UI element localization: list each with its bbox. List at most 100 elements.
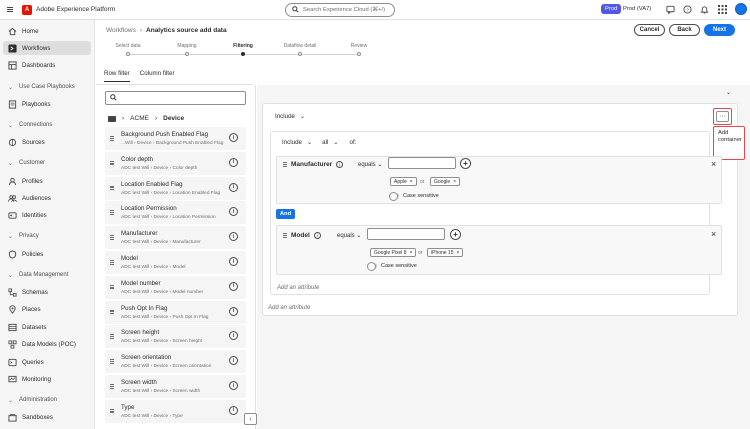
attribute-list-item[interactable]: Color depth ADC test Will › Device › Colo… xyxy=(105,151,246,175)
or-label: or xyxy=(420,179,425,185)
outer-include-dropdown[interactable]: Include ⌄ xyxy=(275,113,305,120)
breadcrumb-workflows[interactable]: Workflows xyxy=(106,27,136,34)
svg-text:?: ? xyxy=(686,7,689,13)
nav-item-monitoring[interactable]: Monitoring xyxy=(3,372,91,386)
attribute-list-item[interactable]: Screen height ADC test Will › Device › Sc… xyxy=(105,325,246,349)
info-icon[interactable]: i xyxy=(229,133,238,142)
menu-icon[interactable] xyxy=(7,6,13,13)
add-attribute-outer[interactable]: Add an attribute xyxy=(268,305,310,311)
folder-icon[interactable] xyxy=(108,115,116,122)
next-button[interactable]: Next xyxy=(704,24,735,36)
nav-item-datasets[interactable]: Datasets xyxy=(3,320,91,334)
info-icon[interactable]: i xyxy=(229,356,238,366)
attribute-list-item[interactable]: Model number ADC test Will › Device › Mod… xyxy=(105,275,246,299)
info-icon[interactable]: i xyxy=(229,157,238,167)
nav-section-use-case-playbooks[interactable]: ⌄ Use Case Playbooks xyxy=(3,81,91,93)
more-actions-button[interactable]: ··· xyxy=(716,111,729,122)
operator-dropdown[interactable]: equals ⌄ xyxy=(358,161,382,168)
nav-item-identities[interactable]: Identities xyxy=(3,208,91,222)
nav-item-home[interactable]: Home xyxy=(3,24,91,38)
back-button[interactable]: Back xyxy=(669,24,700,36)
attribute-list-item[interactable]: Manufacturer ADC test Will › Device › Man… xyxy=(105,226,246,250)
nav-item-sources[interactable]: Sources xyxy=(3,135,91,149)
info-icon[interactable]: i xyxy=(229,381,238,390)
nav-item-dashboards[interactable]: Dashboards xyxy=(3,58,91,72)
nav-item-places[interactable]: Places xyxy=(3,302,91,316)
apps-grid-icon[interactable] xyxy=(717,4,728,15)
inner-include-dropdown[interactable]: Include xyxy=(282,139,302,146)
feedback-icon[interactable] xyxy=(665,4,676,15)
attribute-search-input[interactable] xyxy=(105,91,246,105)
sandbox-badge[interactable]: Prod xyxy=(601,4,622,14)
info-icon[interactable]: i xyxy=(313,232,321,239)
nav-section-label: Administration xyxy=(19,397,58,403)
value-tag: Google × xyxy=(430,177,461,186)
nav-section-data-management[interactable]: ⌄ Data Management xyxy=(3,269,91,281)
add-value-button[interactable]: + xyxy=(460,158,471,169)
info-icon[interactable]: i xyxy=(229,331,238,341)
nav-item-data-models[interactable]: Data Models (POC) xyxy=(3,337,91,351)
info-icon[interactable]: i xyxy=(229,232,238,242)
info-icon[interactable]: i xyxy=(229,182,238,192)
quantifier-dropdown[interactable]: all xyxy=(322,139,328,146)
nav-section-customer[interactable]: ⌄ Customer xyxy=(3,157,91,169)
attribute-list-item[interactable]: Screen orientation ADC test Will › Device… xyxy=(105,350,246,374)
nav-item-policies[interactable]: Policies xyxy=(3,247,91,261)
close-icon[interactable]: × xyxy=(410,250,413,256)
path-acme[interactable]: ACME xyxy=(130,115,149,122)
add-attribute-inner[interactable]: Add an attribute xyxy=(277,285,319,291)
nav-section-connections[interactable]: ⌄ Connections xyxy=(3,119,91,131)
drag-handle-icon[interactable] xyxy=(283,162,287,167)
case-sensitive-toggle[interactable] xyxy=(389,192,399,201)
queries-icon xyxy=(7,357,17,367)
nav-item-queries[interactable]: Queries xyxy=(3,355,91,369)
cancel-button[interactable]: Cancel xyxy=(634,24,665,36)
case-sensitive-toggle[interactable] xyxy=(367,262,377,271)
close-icon[interactable]: × xyxy=(453,179,456,185)
add-container-menu-item[interactable]: Add container xyxy=(713,126,745,160)
help-icon[interactable]: ? xyxy=(682,4,693,15)
remove-rule-button[interactable]: × xyxy=(711,230,716,239)
collapse-panel-button[interactable]: ‹ xyxy=(244,413,257,425)
attribute-list-item[interactable]: Model ADC test Will › Device › Model i xyxy=(105,251,246,274)
info-icon[interactable]: i xyxy=(229,405,238,415)
user-avatar[interactable] xyxy=(735,3,747,15)
tab-column-filter[interactable]: Column filter xyxy=(140,66,175,80)
app-title[interactable]: Adobe Experience Platform xyxy=(36,6,115,13)
drag-handle-icon xyxy=(110,160,114,166)
info-icon[interactable]: i xyxy=(229,306,238,316)
attribute-list-item[interactable]: Location Permission ADC test Will › Devic… xyxy=(105,201,246,225)
org-switcher[interactable]: Prod (VA7) xyxy=(623,6,651,12)
operator-dropdown[interactable]: equals ⌄ xyxy=(337,232,361,239)
adobe-logo[interactable]: A xyxy=(22,4,32,15)
attribute-list-item[interactable]: Location Enabled Flag ADC test Will › Dev… xyxy=(105,176,246,200)
nav-item-playbooks[interactable]: Playbooks xyxy=(3,97,91,111)
and-operator-button[interactable]: And xyxy=(276,209,295,219)
drag-handle-icon[interactable] xyxy=(283,233,287,238)
add-value-button[interactable]: + xyxy=(450,229,461,240)
remove-rule-button[interactable]: × xyxy=(711,160,716,169)
nav-section-privacy[interactable]: ⌄ Privacy xyxy=(3,230,91,242)
attribute-list-item[interactable]: Background Push Enabled Flag ...Will › De… xyxy=(105,127,246,150)
info-icon[interactable]: i xyxy=(229,207,238,217)
chevron-down-icon[interactable]: ⌄ xyxy=(726,89,731,96)
nav-section-administration[interactable]: ⌄ Administration xyxy=(3,394,91,406)
nav-item-workflows[interactable]: Workflows xyxy=(3,41,91,55)
close-icon[interactable]: × xyxy=(410,179,413,185)
value-input[interactable] xyxy=(388,157,456,169)
attribute-list-item[interactable]: Push Opt In Flag ADC test Will › Device ›… xyxy=(105,300,246,324)
nav-item-audiences[interactable]: Audiences xyxy=(3,191,91,205)
attribute-list-item[interactable]: Screen width ADC test Will › Device › Scr… xyxy=(105,375,246,398)
close-icon[interactable]: × xyxy=(457,250,460,256)
notifications-icon[interactable] xyxy=(699,4,710,15)
info-icon[interactable]: i xyxy=(229,257,238,266)
nav-item-profiles[interactable]: Profiles xyxy=(3,174,91,188)
info-icon[interactable]: i xyxy=(336,161,344,168)
nav-item-sandboxes[interactable]: Sandboxes xyxy=(3,410,91,424)
value-input[interactable] xyxy=(367,228,445,240)
tab-row-filter[interactable]: Row filter xyxy=(104,66,130,82)
global-search-input[interactable]: Search Experience Cloud (⌘+/) xyxy=(285,3,395,17)
info-icon[interactable]: i xyxy=(229,281,238,291)
attribute-list-item[interactable]: Type ADC test Will › Device › Type i xyxy=(105,399,246,423)
nav-item-schemas[interactable]: Schemas xyxy=(3,285,91,299)
